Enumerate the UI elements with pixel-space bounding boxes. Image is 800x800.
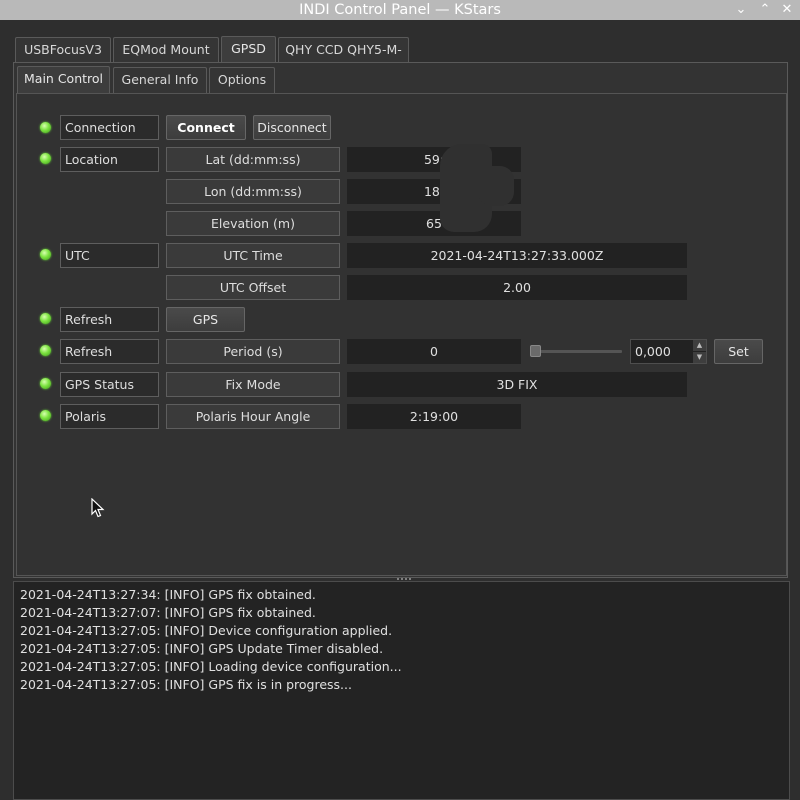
location-status-light: [40, 153, 51, 164]
disconnect-button[interactable]: Disconnect: [253, 115, 331, 140]
period-value: 0: [347, 339, 521, 364]
period-slider-handle[interactable]: [530, 345, 541, 357]
title-bar: INDI Control Panel — KStars ⌄ ⌃ ✕: [0, 0, 800, 20]
connection-status-light: [40, 122, 51, 133]
lon-label: Lon (dd:mm:ss): [166, 179, 340, 204]
window-menu-chevron-icon[interactable]: ⌄: [730, 0, 752, 20]
tab-main-control[interactable]: Main Control: [17, 66, 110, 93]
refresh-period-label: Refresh: [60, 339, 159, 364]
tab-qhy-ccd[interactable]: QHY CCD QHY5-M-: [278, 37, 409, 63]
utc-time-label: UTC Time: [166, 243, 340, 268]
window-title: INDI Control Panel — KStars: [299, 2, 501, 18]
fix-mode-value: 3D FIX: [347, 372, 687, 397]
utc-offset-label: UTC Offset: [166, 275, 340, 300]
log-line: 2021-04-24T13:27:34: [INFO] GPS fix obta…: [20, 587, 316, 602]
tab-gpsd[interactable]: GPSD: [221, 36, 276, 63]
refresh-label: Refresh: [60, 307, 159, 332]
connection-label: Connection: [60, 115, 159, 140]
utc-status-light: [40, 249, 51, 260]
polaris-hour-angle-label: Polaris Hour Angle: [166, 404, 340, 429]
polaris-status-light: [40, 410, 51, 421]
tab-general-info[interactable]: General Info: [113, 67, 207, 93]
log-line: 2021-04-24T13:27:05: [INFO] Loading devi…: [20, 659, 402, 674]
set-button[interactable]: Set: [714, 339, 763, 364]
minimize-chevron-icon[interactable]: ⌃: [754, 0, 776, 20]
gps-refresh-button[interactable]: GPS: [166, 307, 245, 332]
utc-time-value: 2021-04-24T13:27:33.000Z: [347, 243, 687, 268]
connect-button[interactable]: Connect: [166, 115, 246, 140]
period-label: Period (s): [166, 339, 340, 364]
refresh-status-light: [40, 313, 51, 324]
tab-eqmod-mount[interactable]: EQMod Mount: [113, 37, 219, 63]
period-spin-value: 0,000: [635, 344, 671, 359]
period-slider-track[interactable]: [530, 350, 622, 353]
period-spinbox[interactable]: 0,000 ▲ ▼: [630, 339, 707, 364]
tab-usbfocusv3[interactable]: USBFocusV3: [15, 37, 111, 63]
spin-down-arrow-icon[interactable]: ▼: [693, 352, 706, 363]
elevation-value: 65: [347, 211, 521, 236]
tab-options[interactable]: Options: [209, 67, 275, 93]
fix-mode-label: Fix Mode: [166, 372, 340, 397]
lat-label: Lat (dd:mm:ss): [166, 147, 340, 172]
polaris-label: Polaris: [60, 404, 159, 429]
gps-status-label: GPS Status: [60, 372, 159, 397]
elevation-label: Elevation (m): [166, 211, 340, 236]
gps-status-light: [40, 378, 51, 389]
log-line: 2021-04-24T13:27:05: [INFO] GPS fix is i…: [20, 677, 352, 692]
log-line: 2021-04-24T13:27:05: [INFO] GPS Update T…: [20, 641, 384, 656]
redaction-mark: [478, 166, 514, 206]
period-status-light: [40, 345, 51, 356]
location-label: Location: [60, 147, 159, 172]
utc-offset-value: 2.00: [347, 275, 687, 300]
mouse-cursor-icon: [91, 498, 105, 518]
log-line: 2021-04-24T13:27:05: [INFO] Device confi…: [20, 623, 393, 638]
utc-label: UTC: [60, 243, 159, 268]
log-line: 2021-04-24T13:27:07: [INFO] GPS fix obta…: [20, 605, 316, 620]
spin-up-arrow-icon[interactable]: ▲: [693, 340, 706, 351]
close-icon[interactable]: ✕: [776, 0, 798, 20]
polaris-hour-angle-value: 2:19:00: [347, 404, 521, 429]
